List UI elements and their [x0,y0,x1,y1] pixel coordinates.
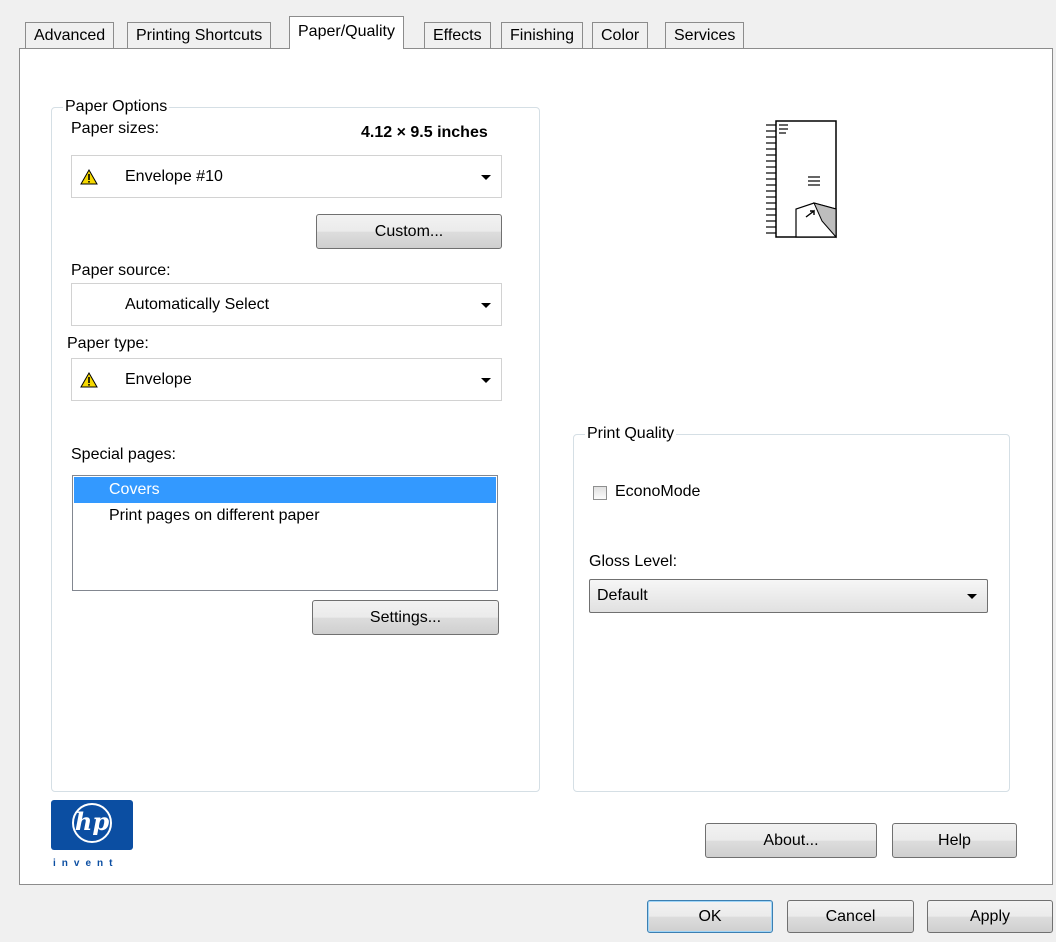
help-button[interactable]: Help [892,823,1017,858]
settings-button[interactable]: Settings... [312,600,499,635]
tab-label: Finishing [510,27,575,44]
tab-label: Effects [433,27,482,44]
tab-label: Services [674,27,736,44]
paper-options-legend: Paper Options [63,98,170,116]
hp-logo: hp invent [51,800,133,874]
paper-preview-icon [766,120,837,239]
list-item-print-pages-different-paper[interactable]: Print pages on different paper [74,503,496,529]
hp-logo-badge: hp [51,800,133,850]
warning-icon [80,168,98,184]
tab-label: Paper/Quality [298,23,395,40]
about-button[interactable]: About... [705,823,877,858]
hp-logo-tagline: invent [53,858,119,869]
chevron-down-icon [481,174,491,180]
econo-mode-label: EconoMode [615,483,701,500]
paper-size-select[interactable]: Envelope #10 [71,155,502,198]
tab-printing-shortcuts[interactable]: Printing Shortcuts [127,22,272,48]
tab-effects[interactable]: Effects [424,22,491,48]
special-pages-list[interactable]: Covers Print pages on different paper [72,475,498,591]
gloss-level-select[interactable]: Default [589,579,988,613]
tab-services[interactable]: Services [665,22,745,48]
econo-mode-checkbox[interactable] [593,486,607,500]
special-pages-label: Special pages: [71,446,176,463]
custom-button[interactable]: Custom... [316,214,502,249]
paper-type-value: Envelope [125,370,192,388]
chevron-down-icon [481,302,491,308]
cancel-button[interactable]: Cancel [787,900,914,933]
tab-label: Advanced [34,27,106,44]
paper-source-select[interactable]: Automatically Select [71,283,502,326]
tab-color[interactable]: Color [592,22,649,48]
gloss-level-label: Gloss Level: [589,553,678,570]
tab-paper-quality[interactable]: Paper/Quality [289,16,404,49]
chevron-down-icon [967,594,977,599]
tab-page-paper-quality: Paper Options Paper sizes: 4.12 × 9.5 in… [19,48,1053,885]
paper-source-value: Automatically Select [125,295,270,313]
list-item-covers[interactable]: Covers [74,477,496,503]
paper-sizes-label: Paper sizes: [71,120,160,137]
tab-label: Color [601,27,640,44]
print-quality-legend: Print Quality [585,425,677,443]
tab-advanced[interactable]: Advanced [25,22,115,48]
paper-size-dimensions: 4.12 × 9.5 inches [361,124,488,141]
hp-logo-mark: hp [72,803,112,843]
ok-button[interactable]: OK [647,900,773,933]
paper-type-label: Paper type: [67,335,149,352]
paper-source-label: Paper source: [71,262,171,279]
paper-size-value: Envelope #10 [125,167,223,185]
paper-type-select[interactable]: Envelope [71,358,502,401]
tab-finishing[interactable]: Finishing [501,22,584,48]
warning-icon [80,371,98,387]
apply-button[interactable]: Apply [927,900,1053,933]
tab-label: Printing Shortcuts [136,27,263,44]
gloss-level-value: Default [597,587,648,604]
chevron-down-icon [481,377,491,383]
